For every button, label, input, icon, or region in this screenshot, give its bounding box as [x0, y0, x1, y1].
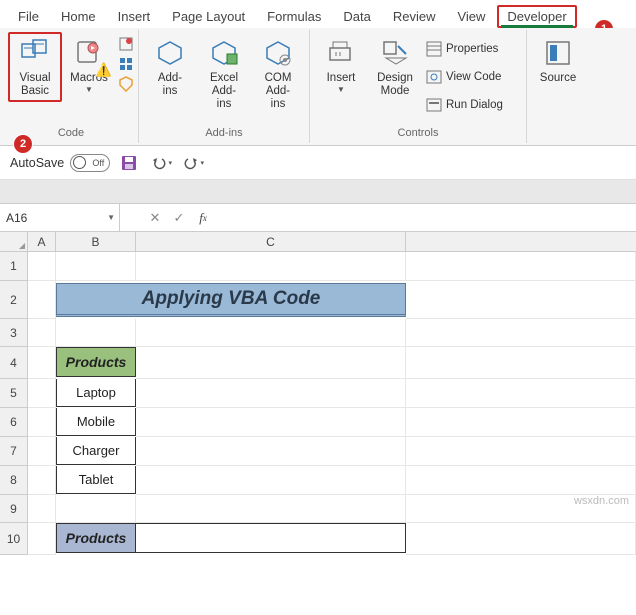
autosave-state: Off	[92, 158, 104, 168]
row-header[interactable]: 1	[0, 252, 28, 281]
design-mode-button[interactable]: Design Mode	[368, 32, 422, 102]
visual-basic-icon	[18, 36, 52, 70]
com-addins-label: COM Add-ins	[259, 72, 297, 112]
formula-bar-row: A16 ▼ ✕ ✓ fx	[0, 204, 636, 232]
addins-icon	[153, 36, 187, 70]
ribbon: Visual Basic Macros ▼ ⚠️ Code Add-ins	[0, 28, 636, 146]
design-mode-label: Design Mode	[376, 72, 414, 98]
view-code-button[interactable]: View Code	[424, 68, 522, 86]
name-box-value: A16	[6, 211, 27, 225]
group-addins-label: Add-ins	[143, 125, 305, 143]
select-all-corner[interactable]	[0, 232, 28, 252]
empty-cell[interactable]	[136, 523, 406, 553]
source-label: Source	[540, 72, 576, 85]
run-dialog-label: Run Dialog	[446, 99, 503, 111]
col-header-a[interactable]: A	[28, 232, 56, 252]
insert-function-button[interactable]: fx	[192, 207, 214, 229]
visual-basic-button[interactable]: Visual Basic	[8, 32, 62, 102]
tab-formulas[interactable]: Formulas	[257, 5, 331, 28]
view-code-label: View Code	[446, 71, 501, 83]
group-addins: Add-ins Excel Add-ins COM Add-ins Add-in…	[139, 30, 310, 143]
group-controls: Insert ▼ Design Mode Properties View Cod…	[310, 30, 527, 143]
products-header-2[interactable]: Products	[56, 523, 136, 553]
row-header[interactable]: 10	[0, 523, 28, 555]
undo-button[interactable]: ▾	[148, 150, 174, 176]
save-button[interactable]	[116, 150, 142, 176]
tab-view[interactable]: View	[447, 5, 495, 28]
col-header-b[interactable]: B	[56, 232, 136, 252]
source-icon	[541, 36, 575, 70]
data-cell[interactable]: Mobile	[56, 408, 136, 436]
tab-home[interactable]: Home	[51, 5, 106, 28]
tab-data[interactable]: Data	[333, 5, 380, 28]
insert-control-icon	[324, 36, 358, 70]
com-addins-button[interactable]: COM Add-ins	[251, 32, 305, 116]
col-header-c[interactable]: C	[136, 232, 406, 252]
excel-addins-label: Excel Add-ins	[205, 72, 243, 112]
macro-security-icon[interactable]	[118, 76, 134, 92]
properties-icon	[426, 41, 442, 57]
excel-addins-button[interactable]: Excel Add-ins	[197, 32, 251, 116]
com-addins-icon	[261, 36, 295, 70]
chevron-down-icon: ▼	[85, 85, 93, 94]
row-header[interactable]: 3	[0, 319, 28, 347]
warning-icon: ⚠️	[96, 62, 112, 78]
tab-page-layout[interactable]: Page Layout	[162, 5, 255, 28]
properties-label: Properties	[446, 43, 498, 55]
formula-bar-input[interactable]	[216, 204, 636, 231]
redo-button[interactable]: ▾	[180, 150, 206, 176]
source-button[interactable]: Source	[531, 32, 585, 89]
row-header[interactable]: 9	[0, 495, 28, 523]
run-dialog-icon	[426, 97, 442, 113]
relative-refs-icon[interactable]	[118, 56, 134, 72]
tab-developer[interactable]: Developer	[497, 5, 576, 28]
group-code: Visual Basic Macros ▼ ⚠️ Code	[4, 30, 139, 143]
autosave-toggle[interactable]: Off	[70, 154, 110, 172]
row-header[interactable]: 4	[0, 347, 28, 379]
data-cell[interactable]: Tablet	[56, 466, 136, 494]
spacer	[0, 180, 636, 204]
tab-insert[interactable]: Insert	[108, 5, 161, 28]
column-headers: A B C	[0, 232, 636, 252]
addins-label: Add-ins	[151, 72, 189, 98]
properties-button[interactable]: Properties	[424, 40, 522, 58]
cancel-formula-button[interactable]: ✕	[144, 207, 166, 229]
run-dialog-button[interactable]: Run Dialog	[424, 96, 522, 114]
macros-button[interactable]: Macros ▼ ⚠️	[62, 32, 116, 98]
row-header[interactable]: 2	[0, 281, 28, 319]
autosave-label: AutoSave	[10, 156, 64, 170]
quick-access-toolbar: AutoSave Off ▾ ▾	[0, 146, 636, 180]
name-box[interactable]: A16 ▼	[0, 204, 120, 231]
visual-basic-label: Visual Basic	[16, 72, 54, 98]
products-header[interactable]: Products	[56, 347, 136, 377]
group-xml: Source	[527, 30, 589, 143]
watermark: wsxdn.com	[574, 495, 629, 507]
data-cell[interactable]: Charger	[56, 437, 136, 465]
design-mode-icon	[378, 36, 412, 70]
row-header[interactable]: 7	[0, 437, 28, 466]
row-header[interactable]: 8	[0, 466, 28, 495]
excel-addins-icon	[207, 36, 241, 70]
row-header[interactable]: 5	[0, 379, 28, 408]
accept-formula-button[interactable]: ✓	[168, 207, 190, 229]
row-header[interactable]: 6	[0, 408, 28, 437]
group-controls-label: Controls	[314, 125, 522, 143]
data-cell[interactable]: Laptop	[56, 379, 136, 407]
view-code-icon	[426, 69, 442, 85]
insert-control-button[interactable]: Insert ▼	[314, 32, 368, 98]
addins-button[interactable]: Add-ins	[143, 32, 197, 102]
ribbon-tabs: File Home Insert Page Layout Formulas Da…	[0, 0, 636, 28]
tab-review[interactable]: Review	[383, 5, 446, 28]
record-macro-icon[interactable]	[118, 36, 134, 52]
callout-2: 2	[14, 135, 32, 153]
chevron-down-icon: ▼	[337, 85, 345, 94]
tab-file[interactable]: File	[8, 5, 49, 28]
chevron-down-icon: ▼	[107, 213, 115, 222]
insert-control-label: Insert	[327, 72, 356, 85]
title-cell[interactable]: Applying VBA Code	[56, 283, 406, 317]
worksheet-grid[interactable]: 1 2 Applying VBA Code 3 4 Products 5 Lap…	[0, 252, 636, 555]
